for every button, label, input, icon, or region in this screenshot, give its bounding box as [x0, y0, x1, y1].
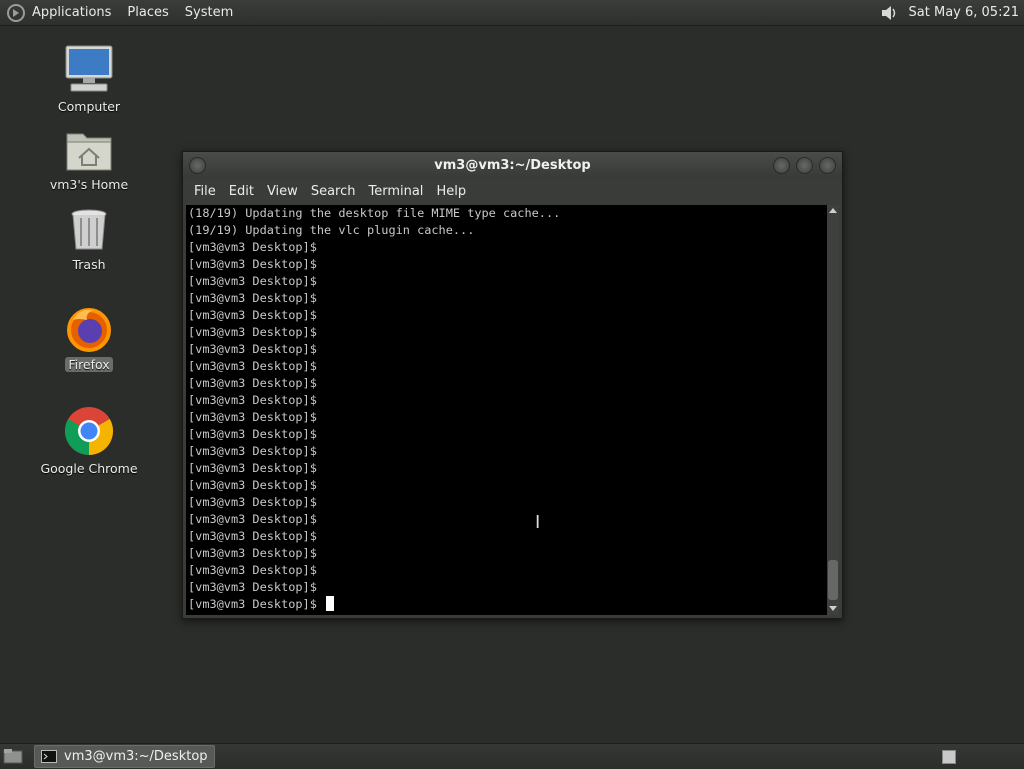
- minimize-icon[interactable]: [773, 157, 790, 174]
- terminal-menu-bar: File Edit View Search Terminal Help: [183, 178, 842, 204]
- terminal-line: [vm3@vm3 Desktop]$: [188, 580, 317, 594]
- terminal-line: [vm3@vm3 Desktop]$: [188, 274, 317, 288]
- trash-icon: [71, 209, 107, 250]
- terminal-line: [vm3@vm3 Desktop]$: [188, 376, 317, 390]
- terminal-line: [vm3@vm3 Desktop]$: [188, 546, 317, 560]
- computer-icon: [65, 45, 113, 92]
- window-menu-icon[interactable]: [189, 157, 206, 174]
- menu-applications[interactable]: Applications: [32, 5, 111, 20]
- menu-help[interactable]: Help: [436, 184, 466, 199]
- desktop-icon-label: Trash: [72, 257, 106, 272]
- terminal-line: [vm3@vm3 Desktop]$: [188, 596, 827, 613]
- clock[interactable]: Sat May 6, 05:21: [909, 5, 1019, 20]
- terminal-line: [vm3@vm3 Desktop]$: [188, 444, 317, 458]
- terminal-line: [vm3@vm3 Desktop]$: [188, 512, 317, 526]
- terminal-line: [vm3@vm3 Desktop]$: [188, 410, 317, 424]
- workspace-switcher[interactable]: [942, 749, 956, 764]
- menu-system[interactable]: System: [185, 5, 233, 20]
- bottom-panel: vm3@vm3:~/Desktop: [0, 743, 1024, 769]
- terminal-line: [vm3@vm3 Desktop]$: [188, 427, 317, 441]
- scroll-thumb[interactable]: [828, 560, 838, 600]
- terminal-cursor: [326, 596, 335, 611]
- terminal-lines: (18/19) Updating the desktop file MIME t…: [186, 205, 827, 613]
- desktop-icon-trash[interactable]: Trash: [34, 208, 144, 272]
- desktop-icon-firefox[interactable]: Firefox: [34, 306, 144, 372]
- terminal-line: [vm3@vm3 Desktop]$: [188, 240, 317, 254]
- menu-search[interactable]: Search: [311, 184, 356, 199]
- terminal-icon: [41, 750, 57, 763]
- desktop-icon-label: Firefox: [65, 357, 113, 372]
- terminal-line: [vm3@vm3 Desktop]$: [188, 393, 317, 407]
- maximize-icon[interactable]: [796, 157, 813, 174]
- terminal-output[interactable]: (18/19) Updating the desktop file MIME t…: [186, 205, 827, 615]
- applications-logo-icon[interactable]: [6, 3, 26, 23]
- menu-view[interactable]: View: [267, 184, 298, 199]
- desktop-icon-chrome[interactable]: Google Chrome: [34, 406, 144, 476]
- terminal-window[interactable]: vm3@vm3:~/Desktop File Edit View Search …: [182, 151, 843, 619]
- menu-edit[interactable]: Edit: [229, 184, 254, 199]
- home-folder-icon: [66, 133, 112, 171]
- close-icon[interactable]: [819, 157, 836, 174]
- show-desktop-icon[interactable]: [3, 748, 23, 764]
- terminal-line: [vm3@vm3 Desktop]$: [188, 563, 317, 577]
- speaker-icon[interactable]: [879, 3, 899, 23]
- desktop-icon-label: Computer: [57, 99, 121, 114]
- terminal-line: (19/19) Updating the vlc plugin cache...: [188, 223, 475, 237]
- terminal-line: [vm3@vm3 Desktop]$: [188, 308, 317, 322]
- terminal-line: [vm3@vm3 Desktop]$: [188, 529, 317, 543]
- terminal-line: [vm3@vm3 Desktop]$: [188, 359, 317, 373]
- desktop-icon-computer[interactable]: Computer: [34, 44, 144, 114]
- title-bar[interactable]: vm3@vm3:~/Desktop: [183, 152, 842, 178]
- firefox-icon: [67, 308, 111, 352]
- scroll-down-arrow-icon[interactable]: [829, 606, 837, 611]
- terminal-line: [vm3@vm3 Desktop]$: [188, 342, 317, 356]
- vertical-scrollbar[interactable]: [827, 205, 839, 615]
- menu-terminal[interactable]: Terminal: [368, 184, 423, 199]
- scroll-up-arrow-icon[interactable]: [829, 208, 837, 213]
- terminal-line: (18/19) Updating the desktop file MIME t…: [188, 206, 561, 220]
- terminal-line: [vm3@vm3 Desktop]$: [188, 325, 317, 339]
- menu-places[interactable]: Places: [127, 5, 168, 20]
- window-title: vm3@vm3:~/Desktop: [434, 157, 591, 173]
- taskbar-label: vm3@vm3:~/Desktop: [64, 749, 208, 764]
- desktop-icon-home[interactable]: vm3's Home: [34, 128, 144, 192]
- chrome-icon: [64, 407, 114, 455]
- desktop-icon-label: Google Chrome: [40, 461, 138, 476]
- top-panel: Applications Places System Sat May 6, 05…: [0, 0, 1024, 26]
- text-cursor-icon: I: [535, 512, 541, 533]
- terminal-line: [vm3@vm3 Desktop]$: [188, 291, 317, 305]
- menu-file[interactable]: File: [194, 184, 216, 199]
- terminal-line: [vm3@vm3 Desktop]$: [188, 257, 317, 271]
- desktop-icon-label: vm3's Home: [49, 177, 129, 192]
- taskbar-terminal-button[interactable]: vm3@vm3:~/Desktop: [34, 745, 215, 768]
- terminal-line: [vm3@vm3 Desktop]$: [188, 461, 317, 475]
- terminal-line: [vm3@vm3 Desktop]$: [188, 478, 317, 492]
- terminal-line: [vm3@vm3 Desktop]$: [188, 495, 317, 509]
